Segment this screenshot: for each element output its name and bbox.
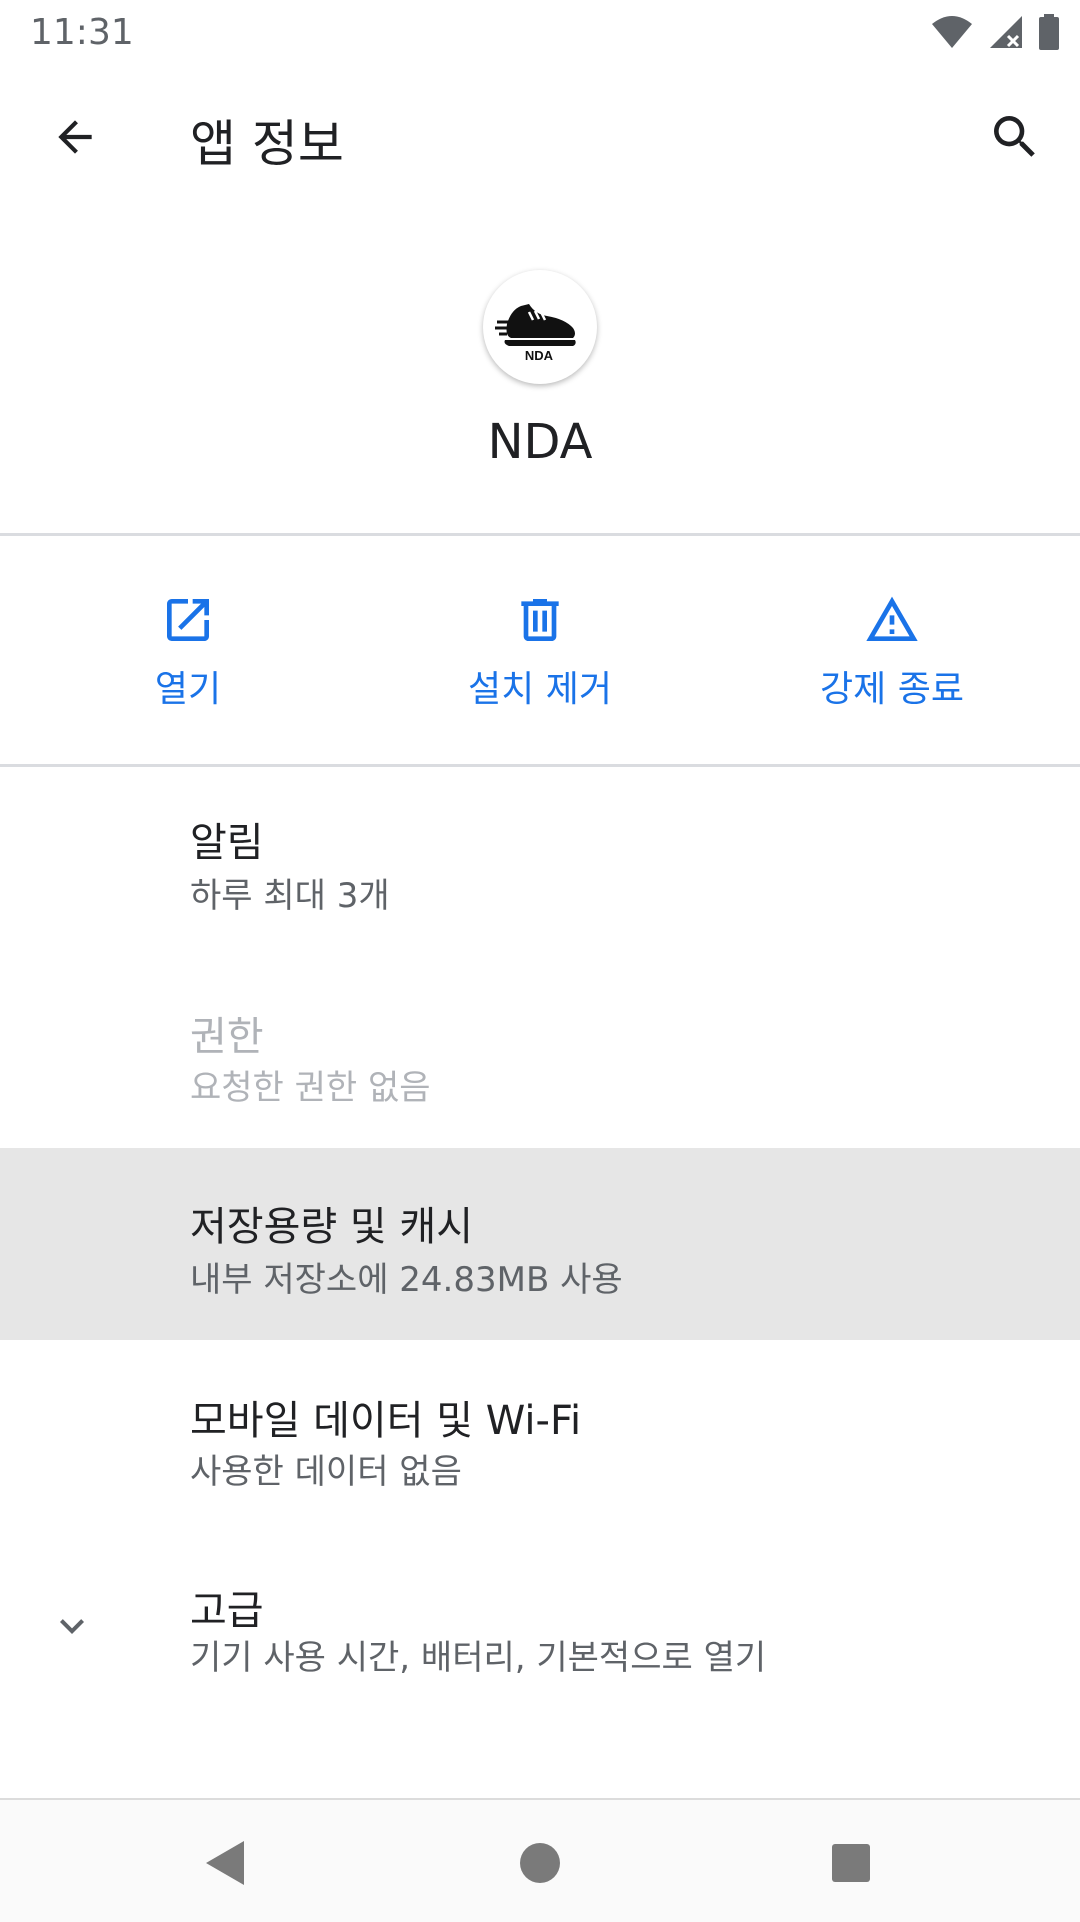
battery-icon bbox=[1038, 14, 1060, 54]
nav-home-button[interactable] bbox=[505, 1828, 575, 1898]
chevron-down-icon bbox=[48, 1602, 96, 1654]
nav-back-button[interactable] bbox=[190, 1828, 260, 1898]
back-button[interactable] bbox=[30, 92, 120, 182]
home-circle-icon bbox=[520, 1843, 560, 1883]
open-external-icon bbox=[167, 599, 209, 641]
shoe-logo-icon: NDA bbox=[495, 304, 576, 362]
uninstall-button[interactable]: 설치 제거 bbox=[390, 536, 690, 764]
app-header: NDA NDA bbox=[0, 270, 1080, 470]
trash-icon bbox=[521, 599, 559, 641]
advanced-item[interactable]: 고급 기기 사용 시간, 배터리, 기본적으로 열기 bbox=[0, 1530, 1080, 1720]
page-title: 앱 정보 bbox=[190, 115, 344, 173]
back-triangle-icon bbox=[206, 1841, 244, 1885]
app-bar: 앱 정보 bbox=[0, 64, 1080, 204]
wifi-icon bbox=[930, 14, 974, 54]
uninstall-label: 설치 제거 bbox=[468, 669, 612, 710]
item-title: 권한 bbox=[190, 1014, 264, 1060]
recents-square-icon bbox=[832, 1844, 870, 1882]
app-icon-text: NDA bbox=[525, 348, 554, 362]
item-subtitle: 하루 최대 3개 bbox=[190, 876, 390, 916]
status-icons bbox=[930, 14, 1060, 54]
item-subtitle: 사용한 데이터 없음 bbox=[190, 1452, 462, 1492]
status-bar: 11:31 bbox=[0, 0, 1080, 64]
mobile-data-item[interactable]: 모바일 데이터 및 Wi-Fi 사용한 데이터 없음 bbox=[0, 1340, 1080, 1530]
item-subtitle: 기기 사용 시간, 배터리, 기본적으로 열기 bbox=[190, 1638, 767, 1678]
force-stop-label: 강제 종료 bbox=[820, 669, 964, 710]
item-title: 알림 bbox=[190, 820, 264, 866]
item-title: 고급 bbox=[190, 1588, 264, 1634]
item-subtitle: 요청한 권한 없음 bbox=[190, 1068, 431, 1108]
search-button[interactable] bbox=[970, 92, 1060, 182]
divider bbox=[0, 764, 1080, 767]
app-name: NDA bbox=[487, 414, 593, 470]
navigation-bar bbox=[0, 1798, 1080, 1922]
item-subtitle: 내부 저장소에 24.83MB 사용 bbox=[190, 1260, 623, 1300]
search-icon bbox=[994, 116, 1035, 157]
notifications-item[interactable]: 알림 하루 최대 3개 bbox=[0, 768, 1080, 954]
force-stop-button[interactable]: 강제 종료 bbox=[742, 536, 1042, 764]
open-button[interactable]: 열기 bbox=[38, 536, 338, 764]
permissions-item[interactable]: 권한 요청한 권한 없음 bbox=[0, 958, 1080, 1148]
warning-icon bbox=[866, 596, 918, 641]
app-icon: NDA bbox=[483, 270, 597, 384]
item-title: 저장용량 및 캐시 bbox=[190, 1204, 474, 1250]
action-row: 열기 설치 제거 강제 종료 bbox=[0, 536, 1080, 764]
signal-icon bbox=[988, 14, 1024, 54]
open-label: 열기 bbox=[154, 669, 222, 710]
nav-recents-button[interactable] bbox=[816, 1828, 886, 1898]
status-time: 11:31 bbox=[30, 12, 134, 53]
arrow-back-icon bbox=[58, 120, 92, 154]
storage-item[interactable]: 저장용량 및 캐시 내부 저장소에 24.83MB 사용 bbox=[0, 1148, 1080, 1340]
item-title: 모바일 데이터 및 Wi-Fi bbox=[190, 1398, 582, 1444]
